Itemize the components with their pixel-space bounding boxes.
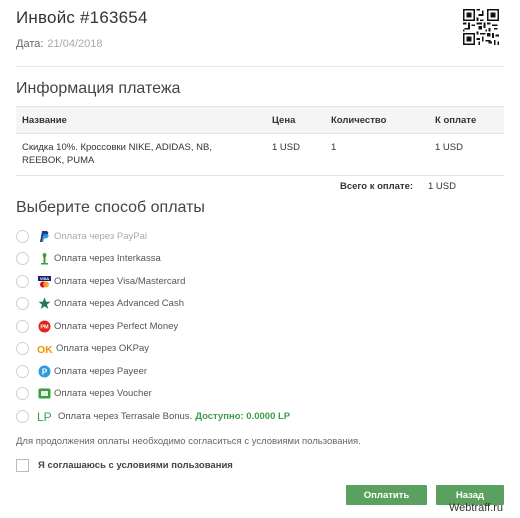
radio-button[interactable]	[16, 297, 29, 310]
qr-code-icon	[463, 9, 499, 45]
watermark: Webtraff.ru	[449, 502, 504, 514]
svg-text:OK: OK	[37, 344, 53, 355]
visa-mastercard-icon: VISA	[37, 274, 51, 288]
date-label: Дата:	[16, 38, 44, 50]
payment-option-terrasale-bonus[interactable]: LP Оплата через Terrasale Bonus. Доступн…	[16, 407, 290, 425]
payment-option-label: Оплата через Voucher	[54, 388, 152, 399]
invoice-date: Дата: 21/04/2018	[16, 38, 102, 50]
voucher-icon	[37, 387, 51, 401]
paypal-icon	[37, 229, 51, 243]
radio-button[interactable]	[16, 342, 29, 355]
radio-button[interactable]	[16, 252, 29, 265]
terrasale-lp-icon: LP	[37, 409, 53, 423]
payment-option-label: Оплата через Payeer	[54, 365, 148, 377]
radio-button[interactable]	[16, 409, 29, 423]
table-row: Скидка 10%. Кроссовки NIKE, ADIDAS, NB, R…	[16, 133, 504, 176]
payment-info-title: Информация платежа	[16, 80, 181, 97]
svg-text:LP: LP	[37, 410, 52, 423]
radio-button[interactable]	[16, 229, 29, 243]
table-header: Название Цена Количество К оплате	[16, 106, 504, 134]
column-header: Название	[16, 106, 266, 134]
interkassa-icon	[37, 252, 51, 266]
column-header: Цена	[266, 106, 325, 134]
column-header: Количество	[325, 106, 429, 134]
item-quantity: 1	[325, 133, 429, 176]
payment-option-paypal[interactable]: Оплата через PayPal	[16, 227, 147, 245]
agreement-checkbox-label: Я соглашаюсь с условиями пользования	[38, 460, 233, 471]
payment-methods-title: Выберите способ оплаты	[16, 199, 205, 216]
svg-text:VISA: VISA	[39, 276, 48, 281]
payeer-icon: P	[37, 364, 51, 378]
radio-button[interactable]	[16, 274, 29, 288]
payment-option-okpay[interactable]: OK Оплата через OKPay	[16, 340, 149, 358]
agreement-checkbox[interactable]	[16, 459, 29, 472]
payment-option-visa-mastercard[interactable]: VISA Оплата через Visa/Mastercard	[16, 272, 185, 290]
radio-button[interactable]	[16, 364, 29, 378]
radio-button[interactable]	[16, 387, 29, 400]
payment-option-label: Оплата через Terrasale Bonus.	[58, 410, 193, 422]
okpay-icon: OK	[37, 342, 53, 356]
svg-text:P: P	[41, 367, 47, 376]
payment-option-perfect-money[interactable]: PM Оплата через Perfect Money	[16, 317, 178, 335]
payment-option-payeer[interactable]: P Оплата через Payeer	[16, 362, 147, 380]
agreement-checkbox-row[interactable]: Я соглашаюсь с условиями пользования	[16, 459, 233, 472]
payment-option-label: Оплата через Interkassa	[54, 253, 161, 264]
agreement-notice: Для продолжения оплаты необходимо соглас…	[16, 436, 361, 447]
payment-option-voucher[interactable]: Оплата через Voucher	[16, 385, 152, 403]
bonus-available: Доступно: 0.0000 LP	[195, 410, 291, 422]
payment-option-label: Оплата через Visa/Mastercard	[54, 275, 186, 287]
advanced-cash-icon	[37, 297, 51, 311]
item-price: 1 USD	[266, 133, 325, 176]
payment-option-label: Оплата через OKPay	[56, 343, 150, 354]
items-table: Название Цена Количество К оплате Скидка…	[16, 106, 504, 176]
payment-option-label: Оплата через Perfect Money	[54, 320, 179, 332]
item-name: Скидка 10%. Кроссовки NIKE, ADIDAS, NB, R…	[16, 133, 266, 176]
total-label: Всего к оплате:	[340, 181, 414, 192]
payment-option-advanced-cash[interactable]: Оплата через Advanced Cash	[16, 295, 184, 313]
invoice-title: Инвойс #163654	[16, 8, 148, 27]
payment-option-label: Оплата через PayPal	[54, 230, 148, 242]
date-value: 21/04/2018	[47, 38, 103, 50]
payment-option-label: Оплата через Advanced Cash	[54, 298, 184, 309]
divider	[16, 66, 504, 67]
item-to-pay: 1 USD	[429, 133, 504, 176]
payment-option-interkassa[interactable]: Оплата через Interkassa	[16, 250, 161, 268]
total-value: 1 USD	[428, 181, 456, 192]
pay-button[interactable]: Оплатить	[346, 485, 427, 505]
svg-text:PM: PM	[40, 324, 49, 330]
column-header: К оплате	[429, 106, 504, 134]
radio-button[interactable]	[16, 319, 29, 333]
perfect-money-icon: PM	[37, 319, 51, 333]
